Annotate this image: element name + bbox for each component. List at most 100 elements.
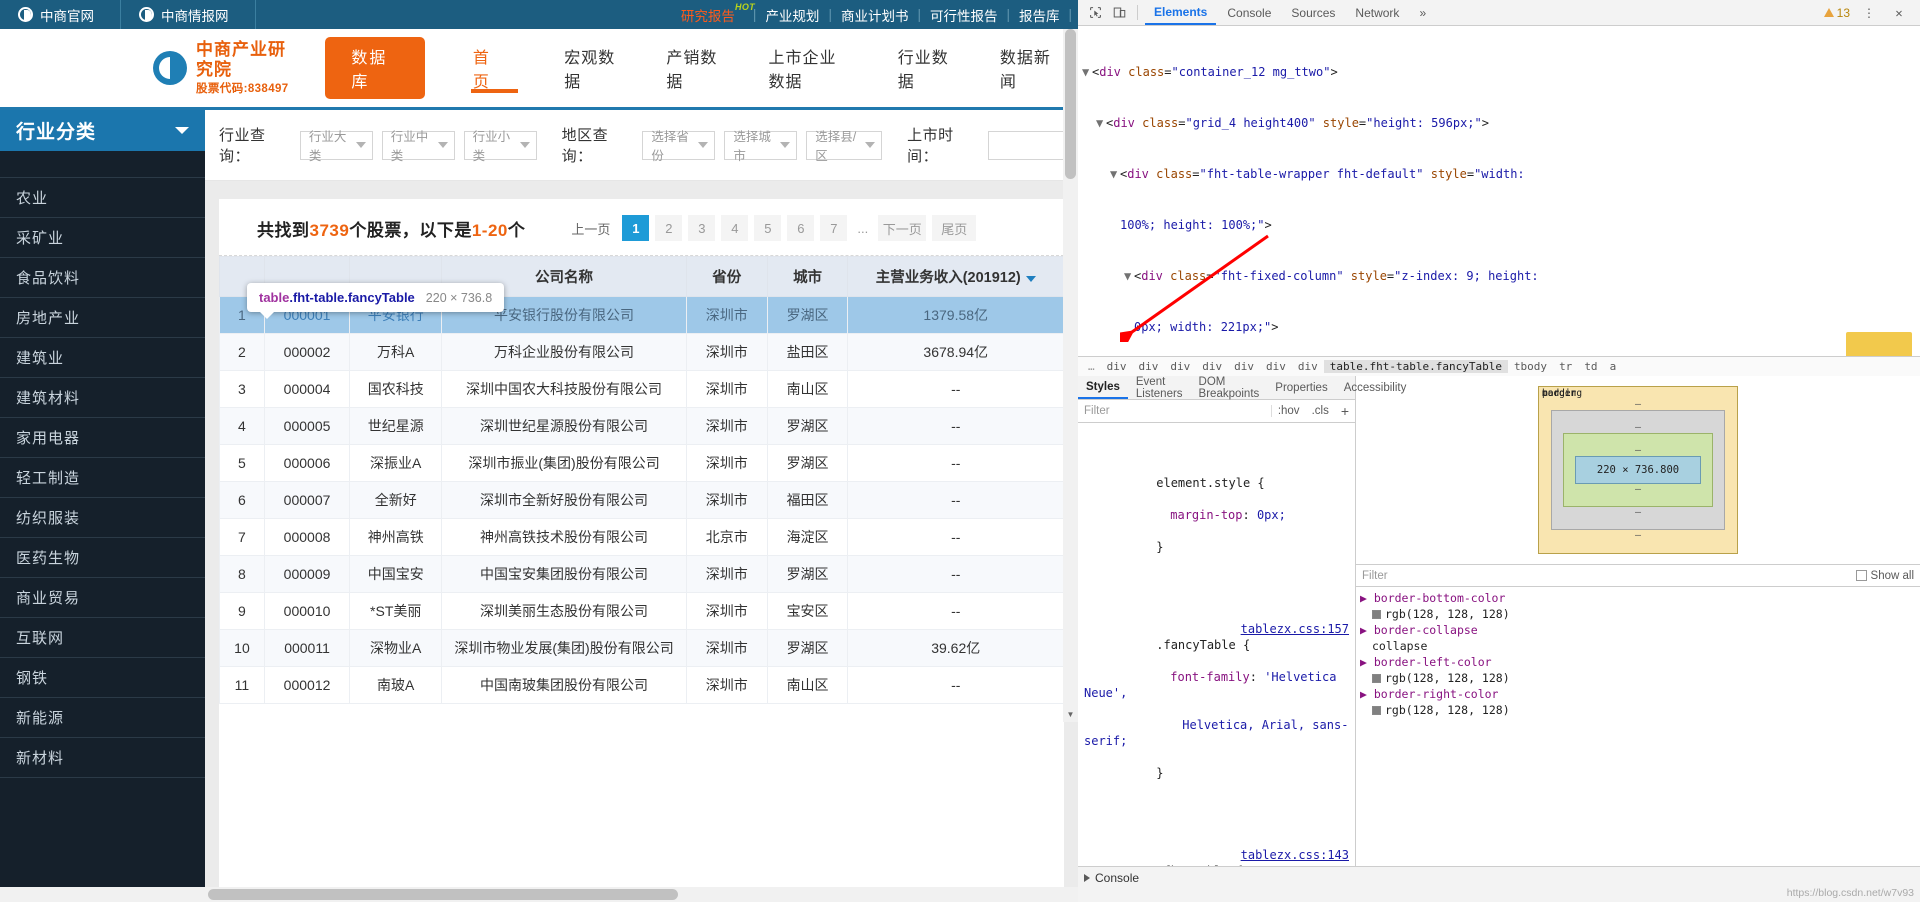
devtools-dom-tree[interactable]: ▼ <div class="container_12 mg_ttwo"> ▼ <di…	[1078, 26, 1920, 356]
sidebar-item-new-materials[interactable]: 新材料	[0, 738, 205, 778]
dom-node-line[interactable]: ▼ <div class="fht-fixed-column" style="z-…	[1082, 268, 1920, 285]
table-row[interactable]: 8 000009 中国宝安 中国宝安集团股份有限公司 深圳市 罗湖区 --	[219, 555, 1064, 593]
breadcrumb-item[interactable]: div	[1133, 360, 1165, 373]
sidebar-item-new-energy[interactable]: 新能源	[0, 698, 205, 738]
table-row[interactable]: 7 000008 神州高铁 神州高铁技术股份有限公司 北京市 海淀区 --	[219, 518, 1064, 556]
devtools-tab-console[interactable]: Console	[1218, 0, 1280, 25]
dom-node-line[interactable]: ▼ <div class="fht-table-wrapper fht-defau…	[1082, 166, 1920, 183]
cell-short-name[interactable]: 世纪星源	[349, 407, 443, 445]
cell-code[interactable]: 000006	[263, 444, 351, 482]
css-source-link[interactable]: tablezx.css:157	[1241, 621, 1349, 637]
scrollbar-thumb[interactable]	[1065, 29, 1076, 179]
breadcrumb-item[interactable]: td	[1578, 360, 1603, 373]
breadcrumb-item[interactable]: div	[1260, 360, 1292, 373]
console-drawer-header[interactable]: Console	[1078, 867, 1920, 888]
page-horizontal-scrollbar[interactable]	[0, 887, 1078, 902]
cell-code[interactable]: 000010	[263, 592, 351, 630]
cell-short-name[interactable]: *ST美丽	[349, 592, 443, 630]
styles-filter-input[interactable]: Filter	[1078, 405, 1272, 417]
chevron-down-icon[interactable]	[175, 127, 189, 134]
scrollbar-thumb[interactable]	[208, 889, 678, 900]
mainnav-item-home[interactable]: 首 页	[449, 29, 540, 107]
industry-major-select[interactable]: 行业大类	[299, 130, 373, 163]
breadcrumb-item[interactable]: div	[1292, 360, 1324, 373]
cell-short-name[interactable]: 神州高铁	[349, 518, 443, 556]
css-rules-list[interactable]: element.style { margin-top: 0px; } table…	[1078, 423, 1355, 902]
sidebar-item-construction[interactable]: 建筑业	[0, 338, 205, 378]
sidebar-item-home-appliances[interactable]: 家用电器	[0, 418, 205, 458]
cell-short-name[interactable]: 万科A	[349, 333, 443, 371]
checkbox-icon[interactable]	[1855, 570, 1867, 581]
sidebar-item-pharma-bio[interactable]: 医药生物	[0, 538, 205, 578]
computed-property[interactable]: ▶ border-collapse	[1360, 622, 1916, 638]
province-select[interactable]: 选择省份	[642, 130, 716, 163]
pager-page-4[interactable]: 4	[721, 215, 749, 241]
cell-code[interactable]: 000004	[263, 370, 351, 408]
dom-node-line[interactable]: ▼ <div class="container_12 mg_ttwo">	[1082, 64, 1920, 81]
styles-cls-toggle[interactable]: .cls	[1306, 405, 1335, 417]
table-row[interactable]: 9 000010 *ST美丽 深圳美丽生态股份有限公司 深圳市 宝安区 --	[219, 592, 1064, 630]
mainnav-item-production-sales-data[interactable]: 产销数据	[642, 29, 744, 107]
cell-short-name[interactable]: 深物业A	[349, 629, 443, 667]
pager-last[interactable]: 尾页	[932, 215, 977, 241]
breadcrumb-item[interactable]: div	[1164, 360, 1196, 373]
devtools-tab-overflow[interactable]: »	[1410, 0, 1435, 25]
devtools-console-drawer[interactable]: Console https://blog.csdn.net/w7v93	[1078, 866, 1920, 902]
cell-short-name[interactable]: 国农科技	[349, 370, 443, 408]
pager-page-1[interactable]: 1	[622, 215, 650, 241]
show-all-toggle[interactable]: Show all	[1855, 570, 1914, 582]
breadcrumb-item[interactable]: div	[1228, 360, 1260, 373]
dom-node-line[interactable]: 100%; height: 100%;">	[1082, 217, 1920, 234]
sidebar-item-food-beverage[interactable]: 食品饮料	[0, 258, 205, 298]
sidebar-item-internet[interactable]: 互联网	[0, 618, 205, 658]
table-row[interactable]: 10 000011 深物业A 深圳市物业发展(集团)股份有限公司 深圳市 罗湖区…	[219, 629, 1064, 667]
device-toggle-icon[interactable]	[1108, 3, 1130, 23]
styles-new-rule-button[interactable]: +	[1335, 403, 1355, 419]
topnav-link-industry-plan[interactable]: 产业规划	[756, 5, 828, 25]
computed-property[interactable]: ▶ border-bottom-color	[1360, 590, 1916, 606]
sidebar-item-real-estate[interactable]: 房地产业	[0, 298, 205, 338]
devtools-tab-sources[interactable]: Sources	[1282, 0, 1344, 25]
cell-short-name[interactable]: 全新好	[349, 481, 443, 519]
cell-code[interactable]: 000012	[263, 666, 351, 704]
cell-code[interactable]: 000007	[263, 481, 351, 519]
breadcrumb-item[interactable]: tr	[1553, 360, 1578, 373]
pager-page-7[interactable]: 7	[820, 215, 848, 241]
cell-code[interactable]: 000008	[263, 518, 351, 556]
topbar-tab-official[interactable]: 中商官网	[0, 0, 121, 29]
page-vertical-scrollbar[interactable]: ▲ ▼	[1063, 29, 1078, 722]
dom-node-line[interactable]: 0px; width: 221px;">	[1082, 319, 1920, 336]
topnav-link-research-report[interactable]: 研究报告 HOT	[672, 2, 755, 25]
breadcrumb-item[interactable]: tbody	[1508, 360, 1553, 373]
sidebar-item-textile-apparel[interactable]: 纺织服装	[0, 498, 205, 538]
pager-page-2[interactable]: 2	[655, 215, 683, 241]
devtools-tab-elements[interactable]: Elements	[1145, 0, 1217, 25]
topnav-link-feasibility-report[interactable]: 可行性报告	[921, 5, 1007, 25]
computed-property[interactable]: ▶ border-left-color	[1360, 654, 1916, 670]
table-row[interactable]: 5 000006 深振业A 深圳市振业(集团)股份有限公司 深圳市 罗湖区 --	[219, 444, 1064, 482]
computed-property[interactable]: ▶ border-right-color	[1360, 686, 1916, 702]
cell-short-name[interactable]: 深振业A	[349, 444, 443, 482]
cell-short-name[interactable]: 中国宝安	[349, 555, 443, 593]
database-button[interactable]: 数据库	[325, 37, 425, 99]
cell-code[interactable]: 000002	[263, 333, 351, 371]
breadcrumb-item[interactable]: div	[1196, 360, 1228, 373]
pager-next[interactable]: 下一页	[878, 215, 927, 241]
table-row[interactable]: 6 000007 全新好 深圳市全新好股份有限公司 深圳市 福田区 --	[219, 481, 1064, 519]
subtab-dom-breakpoints[interactable]: DOM Breakpoints	[1191, 376, 1268, 400]
cell-code[interactable]: 000005	[263, 407, 351, 445]
sidebar-item-light-manufacturing[interactable]: 轻工制造	[0, 458, 205, 498]
sort-desc-icon[interactable]	[1025, 276, 1036, 282]
subtab-styles[interactable]: Styles	[1078, 376, 1128, 399]
sidebar-item-commerce-trade[interactable]: 商业贸易	[0, 578, 205, 618]
sidebar-header[interactable]: 行业分类	[0, 110, 205, 151]
mainnav-item-macro-data[interactable]: 宏观数据	[540, 29, 642, 107]
pager-page-6[interactable]: 6	[787, 215, 815, 241]
styles-hov-toggle[interactable]: :hov	[1272, 405, 1306, 417]
css-source-link[interactable]: tablezx.css:143	[1241, 847, 1349, 863]
pager-page-5[interactable]: 5	[754, 215, 782, 241]
css-rule[interactable]: tablezx.css:157 .fancyTable { font-famil…	[1084, 605, 1349, 797]
table-row[interactable]: 3 000004 国农科技 深圳中国农大科技股份有限公司 深圳市 南山区 --	[219, 370, 1064, 408]
subtab-event-listeners[interactable]: Event Listeners	[1128, 376, 1191, 400]
industry-medium-select[interactable]: 行业中类	[381, 130, 455, 163]
